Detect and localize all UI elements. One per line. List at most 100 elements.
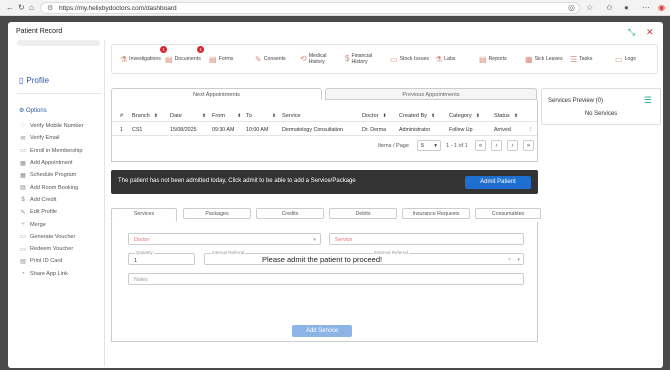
page-range: 1 - 1 of 1 xyxy=(446,143,468,149)
sidebar-item-add-credit[interactable]: $ Add Credit xyxy=(19,194,105,206)
finance-icon: $ xyxy=(345,54,350,63)
tab-consents[interactable]: ✎ Consents xyxy=(255,45,286,73)
sidebar-item-redeem-voucher[interactable]: ▭ Redeem Voucher xyxy=(19,243,105,255)
tab-previous-appointments[interactable]: Previous Appointments xyxy=(325,88,537,100)
quantity-label: Quantity xyxy=(135,250,154,255)
tab-credits[interactable]: Credits xyxy=(256,208,324,219)
tab-investigations[interactable]: ⚗ Investigations 1 xyxy=(120,45,167,73)
close-icon[interactable]: ✕ xyxy=(646,27,654,38)
bookmark-star-icon[interactable]: ☆ xyxy=(586,3,593,12)
sort-icon: ⬍ xyxy=(475,113,480,119)
chevron-down-icon: ▾ xyxy=(313,237,316,243)
sidebar-item-schedule-program[interactable]: ▦ Schedule Program xyxy=(19,169,105,181)
chevron-down-icon: ▾ xyxy=(434,143,437,149)
col-label: Service xyxy=(282,113,301,119)
merge-icon: ⑂ xyxy=(21,221,25,228)
tab-reports[interactable]: ▤ Reports xyxy=(479,45,507,73)
quantity-field[interactable]: Quantity 1 xyxy=(128,250,195,265)
notes-field[interactable]: Notes xyxy=(128,273,524,285)
tab-labs[interactable]: ⚗ Labs xyxy=(435,45,455,73)
doctor-select[interactable]: Doctor ▾ xyxy=(128,233,321,245)
logs-icon: ▭ xyxy=(615,54,623,64)
sidebar-item-share-app-link[interactable]: ◔ Share App Link xyxy=(19,268,105,280)
tab-label: Medical History xyxy=(308,53,327,65)
tab-packages[interactable]: Packages xyxy=(183,208,251,219)
sidebar-item-label: Schedule Program xyxy=(30,172,77,179)
tab-financial-history[interactable]: $ Financial History xyxy=(345,45,385,73)
sidebar-item-add-room-booking[interactable]: ▤ Add Room Booking xyxy=(19,181,105,193)
col-label: Branch xyxy=(132,113,150,119)
col-from[interactable]: From ⬍ xyxy=(212,113,241,119)
tab-debits[interactable]: Debits xyxy=(329,208,397,219)
col-category[interactable]: Category ⬍ xyxy=(449,113,480,119)
row-actions-icon[interactable]: ⋮ xyxy=(528,127,533,133)
tracking-icon[interactable]: ◎ xyxy=(568,3,575,12)
last-page-button[interactable]: » xyxy=(523,140,534,151)
admit-patient-button[interactable]: Admit Patient xyxy=(465,176,531,189)
service-select[interactable]: Service xyxy=(329,233,524,245)
report-icon: ▤ xyxy=(479,54,487,64)
url-text: https://my.helixbydoctors.com/dashboard xyxy=(59,5,177,12)
site-info-icon[interactable]: ⚙ xyxy=(47,4,53,12)
tab-logs[interactable]: ▭ Logs xyxy=(615,45,636,73)
expand-icon[interactable]: ⤡ xyxy=(628,27,635,38)
sidebar-item-label: Share App Link xyxy=(30,270,68,277)
tab-tasks[interactable]: ☰ Tasks xyxy=(570,45,592,73)
tab-sick-leaves[interactable]: ▦ Sick Leaves xyxy=(525,45,563,73)
tab-services[interactable]: Services xyxy=(111,208,177,222)
col-date[interactable]: Date ⬍ xyxy=(170,113,206,119)
home-icon[interactable]: ⌂ xyxy=(29,3,34,12)
sort-icon: ⬍ xyxy=(382,113,387,119)
table-row[interactable]: 1 CS1 15/08/2025 09:30 AM 10:00 AM Derma… xyxy=(112,124,537,136)
col-label: Status xyxy=(494,113,510,119)
address-bar[interactable]: ⚙ https://my.helixbydoctors.com/dashboar… xyxy=(40,2,580,14)
check-circle-icon: ◌ xyxy=(21,123,25,130)
profile-avatar-icon[interactable]: ● xyxy=(624,3,629,12)
options-menu: ◌ Verify Mobile Number ✉ Verify Email ▭ Enr… xyxy=(19,120,105,280)
col-status[interactable]: Status ⬍ xyxy=(494,113,518,119)
col-created-by[interactable]: Created By ⬍ xyxy=(399,113,435,119)
profile-heading[interactable]: ▯ Profile xyxy=(19,76,49,85)
favorites-icon[interactable]: ✩ xyxy=(606,3,613,12)
sidebar-item-generate-voucher[interactable]: ▭ Generate Voucher xyxy=(19,231,105,243)
profile-icon: ▯ xyxy=(19,76,24,85)
add-service-button[interactable]: Add Service xyxy=(292,325,352,337)
sidebar-item-verify-email[interactable]: ✉ Verify Email xyxy=(19,132,105,144)
col-to[interactable]: To ⬍ xyxy=(246,113,276,119)
more-menu-icon[interactable]: ⋯ xyxy=(642,3,650,12)
bed-icon: ▤ xyxy=(20,185,26,192)
tab-label: Forms xyxy=(218,56,234,62)
refresh-icon[interactable]: ↻ xyxy=(18,3,25,12)
sidebar-item-label: Add Room Booking xyxy=(30,184,79,191)
items-per-page-select[interactable]: 5 ▾ xyxy=(417,140,441,151)
sidebar-item-edit-profile[interactable]: ✎ Edit Profile xyxy=(19,206,105,218)
tab-next-appointments[interactable]: Next Appointments xyxy=(111,88,322,100)
tab-medical-history[interactable]: ⟲ Medical History xyxy=(300,45,338,73)
sidebar-item-merge[interactable]: ⑂ Merge xyxy=(19,218,105,230)
tab-documents[interactable]: ▤ Documents 1 xyxy=(165,45,204,73)
col-doctor[interactable]: Doctor ⬍ xyxy=(362,113,387,119)
tab-consumables[interactable]: Consumables xyxy=(475,208,541,219)
internal-referral-label: Internal Referral xyxy=(211,250,246,255)
first-page-button[interactable]: « xyxy=(475,140,486,151)
list-icon[interactable]: ☰ xyxy=(644,95,652,106)
pencil-icon: ✎ xyxy=(20,209,26,216)
labs-icon: ⚗ xyxy=(435,54,443,64)
col-branch[interactable]: Branch ⬍ xyxy=(132,113,158,119)
tab-insurance-requests[interactable]: Insurance Requests xyxy=(402,208,470,219)
prev-page-button[interactable]: ‹ xyxy=(491,140,502,151)
ticket-icon: ▭ xyxy=(20,234,26,241)
extension-icon[interactable]: ◉ xyxy=(658,3,665,12)
sidebar-item-enroll-membership[interactable]: ▭ Enroll in Membership xyxy=(19,145,105,157)
col-label: Category xyxy=(449,113,472,119)
col-service[interactable]: Service xyxy=(282,113,301,119)
next-page-button[interactable]: › xyxy=(507,140,518,151)
sidebar-item-add-appointment[interactable]: ▦ Add Appointment xyxy=(19,157,105,169)
tab-forms[interactable]: ▤ Forms xyxy=(209,45,233,73)
tab-stock-issues[interactable]: ▭ Stock Issues xyxy=(390,45,429,73)
options-label: Options xyxy=(26,108,47,114)
clear-icon[interactable]: × xyxy=(508,257,511,263)
back-icon[interactable]: ← xyxy=(6,3,14,12)
sidebar-item-verify-mobile[interactable]: ◌ Verify Mobile Number xyxy=(19,120,105,132)
sidebar-item-print-id-card[interactable]: ▤ Print ID Card xyxy=(19,255,105,267)
